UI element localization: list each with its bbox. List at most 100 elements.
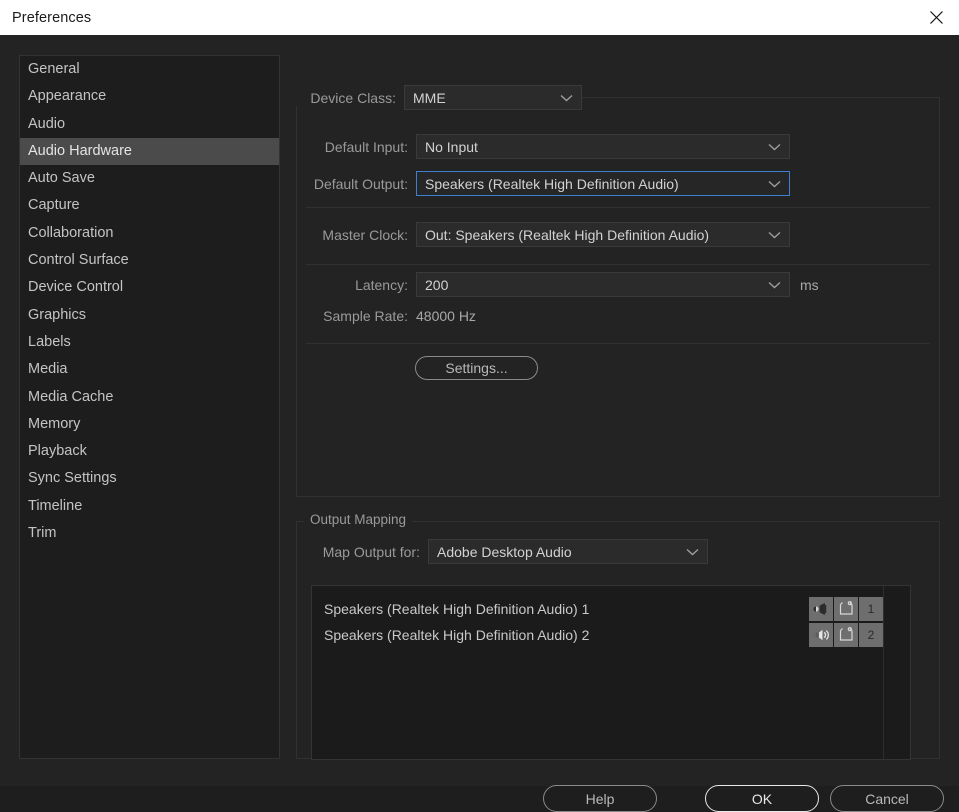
default-output-value: Speakers (Realtek High Definition Audio): [425, 175, 679, 192]
output-mapping-legend: Output Mapping: [304, 512, 413, 527]
cancel-button[interactable]: Cancel: [830, 785, 944, 812]
map-output-for-combobox[interactable]: Adobe Desktop Audio: [428, 539, 708, 564]
default-output-row: Default Output: Speakers (Realtek High D…: [296, 171, 790, 196]
sidebar-item-label: Playback: [28, 443, 87, 460]
audio-settings-button-label: Settings...: [445, 360, 508, 376]
map-output-for-label: Map Output for:: [322, 543, 420, 560]
latency-unit: ms: [800, 276, 819, 293]
sidebar-item-labels[interactable]: Labels: [20, 329, 279, 356]
ok-button-label: OK: [751, 790, 773, 807]
preferences-category-list[interactable]: General Appearance Audio Audio Hardware …: [19, 55, 280, 759]
sidebar-item-trim[interactable]: Trim: [20, 520, 279, 547]
sidebar-item-label: Collaboration: [28, 224, 114, 241]
sidebar-item-label: Graphics: [28, 306, 87, 323]
sidebar-item-label: Media: [28, 361, 68, 378]
master-clock-combobox[interactable]: Out: Speakers (Realtek High Definition A…: [416, 222, 790, 247]
sidebar-item-label: Appearance: [28, 88, 107, 105]
sidebar-item-label: Audio Hardware: [28, 142, 132, 159]
default-output-label: Default Output:: [313, 175, 408, 192]
default-input-row: Default Input: No Input: [296, 134, 790, 159]
sidebar-item-label: Labels: [28, 333, 71, 350]
close-icon: [929, 10, 944, 25]
output-mapping-list[interactable]: Speakers (Realtek High Definition Audio)…: [311, 585, 911, 760]
device-class-value: MME: [413, 89, 446, 106]
map-output-for-value: Adobe Desktop Audio: [437, 543, 572, 560]
chevron-down-icon: [768, 180, 781, 188]
sidebar-item-sync-settings[interactable]: Sync Settings: [20, 465, 279, 492]
sidebar-item-audio[interactable]: Audio: [20, 111, 279, 138]
sidebar-item-device-control[interactable]: Device Control: [20, 274, 279, 301]
master-clock-label: Master Clock:: [322, 226, 408, 243]
sidebar-item-graphics[interactable]: Graphics: [20, 302, 279, 329]
sidebar-item-playback[interactable]: Playback: [20, 438, 279, 465]
table-row[interactable]: Speakers (Realtek High Definition Audio)…: [312, 596, 910, 622]
latency-combobox[interactable]: 200: [416, 272, 790, 297]
channel-number: 2: [867, 628, 875, 642]
channel-number: 1: [867, 602, 875, 616]
channel-number-badge[interactable]: 1: [859, 597, 883, 621]
divider: [306, 207, 930, 208]
latency-label: Latency:: [355, 276, 408, 293]
sidebar-item-label: Media Cache: [28, 388, 114, 405]
audio-settings-button[interactable]: Settings...: [415, 356, 538, 380]
sidebar-item-general[interactable]: General: [20, 56, 279, 83]
clip-frame-icon[interactable]: [834, 597, 858, 621]
close-button[interactable]: [913, 0, 959, 35]
sidebar-item-appearance[interactable]: Appearance: [20, 83, 279, 110]
sidebar-item-label: Control Surface: [28, 252, 129, 269]
sidebar-item-capture[interactable]: Capture: [20, 192, 279, 219]
list-scrollbar[interactable]: [883, 586, 910, 759]
table-row[interactable]: Speakers (Realtek High Definition Audio)…: [312, 622, 910, 648]
speaker-left-icon[interactable]: [809, 597, 833, 621]
preferences-dialog: General Appearance Audio Audio Hardware …: [0, 35, 959, 812]
help-button-label: Help: [585, 790, 615, 807]
sidebar-item-label: General: [28, 61, 80, 77]
chevron-down-icon: [768, 231, 781, 239]
map-output-for-row: Map Output for: Adobe Desktop Audio: [296, 539, 708, 564]
device-class-label: Device Class:: [296, 89, 404, 106]
divider: [306, 343, 930, 344]
sidebar-item-label: Memory: [28, 415, 81, 432]
sidebar-item-label: Sync Settings: [28, 470, 117, 487]
sidebar-item-label: Timeline: [28, 497, 83, 514]
help-button[interactable]: Help: [543, 785, 657, 812]
channel-number-badge[interactable]: 2: [859, 623, 883, 647]
sample-rate-value: 48000 Hz: [416, 308, 476, 324]
speaker-right-icon[interactable]: [809, 623, 833, 647]
sidebar-item-label: Capture: [28, 197, 80, 214]
default-input-label: Default Input:: [324, 138, 408, 155]
sidebar-item-collaboration[interactable]: Collaboration: [20, 220, 279, 247]
device-class-row: Device Class: MME: [296, 85, 586, 110]
master-clock-row: Master Clock: Out: Speakers (Realtek Hig…: [296, 222, 790, 247]
default-input-value: No Input: [425, 138, 478, 155]
audio-hardware-panel: Device Class: MME Default Input: No Inpu…: [296, 55, 940, 760]
sidebar-item-label: Device Control: [28, 279, 124, 296]
sidebar-item-audio-hardware[interactable]: Audio Hardware: [20, 137, 279, 166]
sidebar-item-media-cache[interactable]: Media Cache: [20, 384, 279, 411]
ok-button[interactable]: OK: [705, 785, 819, 812]
mapping-controls: 1: [809, 597, 883, 621]
latency-value: 200: [425, 276, 449, 293]
sample-rate-row: Sample Rate: 48000 Hz: [296, 305, 476, 327]
default-output-combobox[interactable]: Speakers (Realtek High Definition Audio): [416, 171, 790, 196]
clip-frame-icon[interactable]: [834, 623, 858, 647]
sidebar-item-timeline[interactable]: Timeline: [20, 493, 279, 520]
window-titlebar: Preferences: [0, 0, 959, 35]
mapping-channel-label: Speakers (Realtek High Definition Audio)…: [324, 627, 590, 643]
mapping-channel-label: Speakers (Realtek High Definition Audio)…: [324, 601, 590, 617]
default-input-combobox[interactable]: No Input: [416, 134, 790, 159]
mapping-controls: 2: [809, 623, 883, 647]
chevron-down-icon: [560, 94, 573, 102]
device-class-combobox[interactable]: MME: [404, 85, 582, 110]
master-clock-value: Out: Speakers (Realtek High Definition A…: [425, 226, 710, 243]
sample-rate-label: Sample Rate:: [323, 308, 408, 324]
sidebar-item-control-surface[interactable]: Control Surface: [20, 247, 279, 274]
latency-row: Latency: 200 ms: [296, 272, 819, 297]
chevron-down-icon: [686, 548, 699, 556]
sidebar-item-auto-save[interactable]: Auto Save: [20, 165, 279, 192]
cancel-button-label: Cancel: [865, 790, 909, 807]
window-title: Preferences: [12, 9, 92, 26]
sidebar-item-media[interactable]: Media: [20, 356, 279, 383]
sidebar-item-memory[interactable]: Memory: [20, 411, 279, 438]
sidebar-item-label: Trim: [28, 525, 57, 542]
